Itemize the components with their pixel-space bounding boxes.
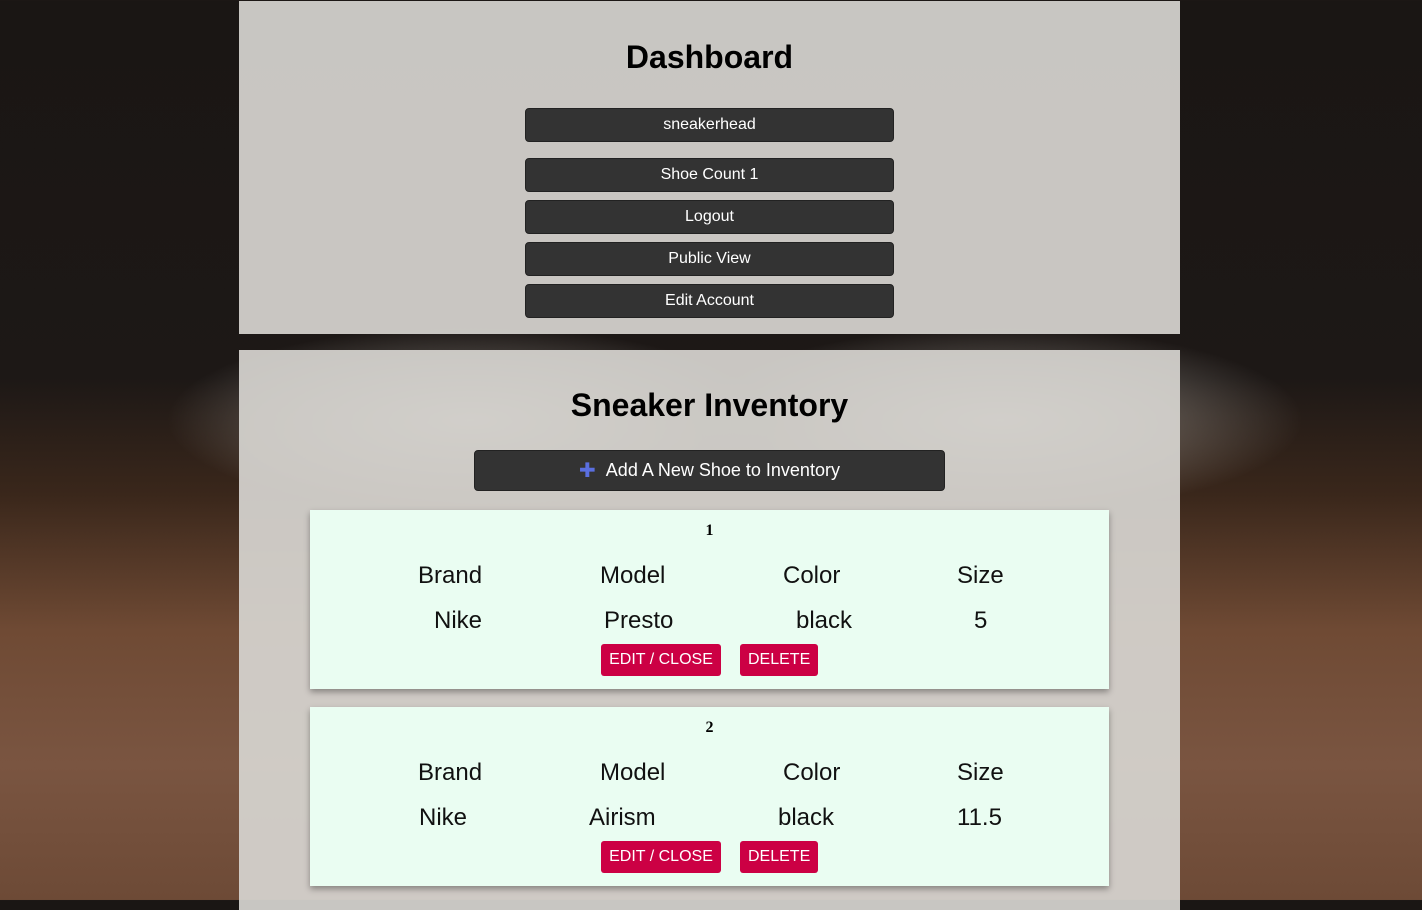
delete-button[interactable]: DELETE — [740, 644, 818, 676]
size-value: 5 — [974, 607, 988, 634]
edit-close-button[interactable]: EDIT / CLOSE — [601, 644, 721, 676]
size-header: Size — [957, 562, 1004, 589]
inventory-title: Sneaker Inventory — [570, 387, 849, 423]
color-value: black — [778, 804, 835, 831]
add-shoe-button[interactable]: ✚ Add A New Shoe to Inventory — [474, 450, 945, 491]
brand-value: Nike — [434, 607, 483, 634]
color-value: black — [796, 607, 853, 634]
edit-close-button[interactable]: EDIT / CLOSE — [601, 841, 721, 873]
add-shoe-label: Add A New Shoe to Inventory — [605, 460, 840, 480]
model-header: Model — [600, 759, 666, 786]
inventory-panel: Sneaker Inventory ✚ Add A New Shoe to In… — [239, 350, 1180, 910]
dashboard-panel: Dashboard sneakerhead Shoe Count 1 Logou… — [239, 1, 1180, 334]
model-value: Presto — [604, 607, 674, 634]
dashboard-title: Dashboard — [625, 39, 794, 75]
model-header: Model — [600, 562, 666, 589]
logout-button[interactable]: Logout — [525, 200, 894, 234]
brand-header: Brand — [418, 562, 483, 589]
plus-icon: ✚ — [579, 460, 596, 482]
brand-value: Nike — [419, 804, 468, 831]
color-header: Color — [783, 759, 841, 786]
shoe-card: 2 Brand Model Color Size Nike Airism bla… — [310, 707, 1109, 886]
size-header: Size — [957, 759, 1004, 786]
shoe-number: 1 — [705, 522, 714, 539]
shoe-count-button[interactable]: Shoe Count 1 — [525, 158, 894, 192]
username-button[interactable]: sneakerhead — [525, 108, 894, 142]
color-header: Color — [783, 562, 841, 589]
size-value: 11.5 — [957, 804, 1002, 831]
shoe-number: 2 — [705, 719, 714, 736]
model-value: Airism — [589, 804, 656, 831]
delete-button[interactable]: DELETE — [740, 841, 818, 873]
brand-header: Brand — [418, 759, 483, 786]
shoe-card: 1 Brand Model Color Size Nike Presto bla… — [310, 510, 1109, 689]
public-view-button[interactable]: Public View — [525, 242, 894, 276]
edit-account-button[interactable]: Edit Account — [525, 284, 894, 318]
